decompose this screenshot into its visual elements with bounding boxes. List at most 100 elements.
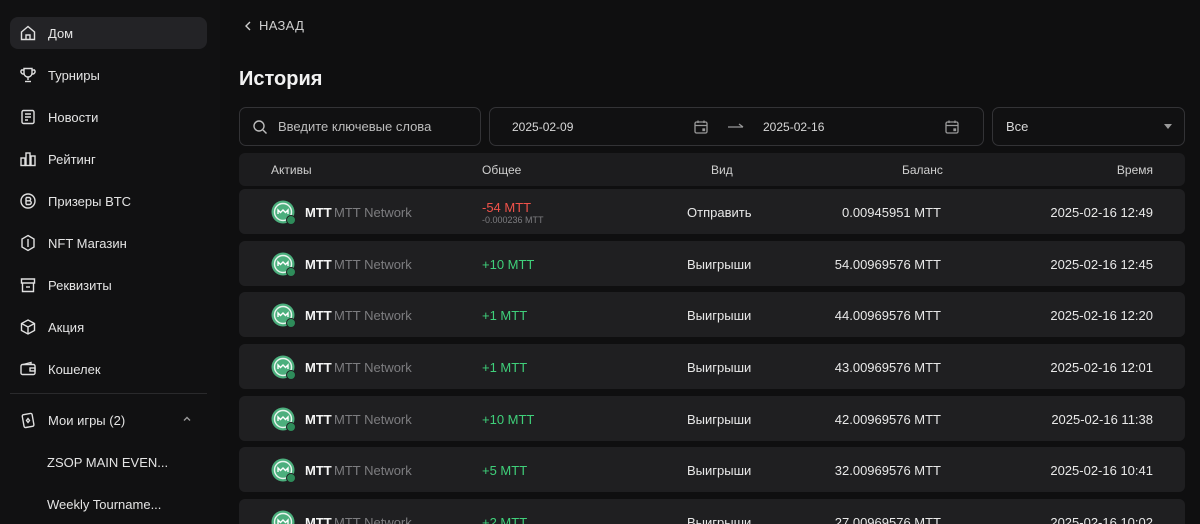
balance: 27.00969576 MTT — [834, 515, 941, 524]
sidebar-item-label: Реквизиты — [48, 277, 112, 293]
column-header-time: Время — [1116, 163, 1153, 177]
mtt-coin-icon — [271, 200, 296, 225]
mtt-coin-icon — [271, 407, 296, 432]
asset-name: MTT Network — [334, 205, 412, 220]
balance: 43.00969576 MTT — [834, 360, 941, 375]
sidebar-divider — [10, 393, 207, 394]
trophy-icon — [19, 66, 37, 84]
gift-box-icon — [19, 318, 37, 336]
wallet-icon — [19, 360, 37, 378]
balance: 44.00969576 MTT — [834, 308, 941, 323]
timestamp: 2025-02-16 11:38 — [1051, 412, 1153, 427]
my-games-item[interactable]: ZSOP MAIN EVEN... — [47, 455, 168, 470]
transaction-type: Выигрыши — [687, 515, 752, 524]
caret-down-icon — [1164, 124, 1172, 129]
balance: 54.00969576 MTT — [834, 257, 941, 272]
mtt-coin-icon — [271, 458, 296, 483]
asset-symbol: MTT — [305, 257, 332, 272]
chevron-left-icon — [245, 21, 251, 30]
sidebar-item-tournaments[interactable]: Турниры — [10, 59, 207, 91]
transaction-type: Выигрыши — [687, 308, 752, 323]
table-row: MTT MTT Network +10 MTT Выигрыши 42.0096… — [239, 396, 1185, 441]
my-games-item[interactable]: Weekly Tourname... — [47, 497, 161, 512]
home-icon — [19, 24, 37, 42]
sidebar: Дом Турниры Новости Рейтинг Призеры BTC … — [0, 0, 220, 524]
balance: 32.00969576 MTT — [834, 463, 941, 478]
sidebar-item-label: Новости — [48, 109, 99, 125]
amount-fee: -0.000236 MTT — [482, 215, 544, 225]
sidebar-item-label: Дом — [48, 25, 74, 41]
amount: +10 MTT — [482, 257, 535, 272]
sidebar-item-label: Кошелек — [48, 361, 101, 377]
back-button[interactable]: НАЗАД — [243, 18, 304, 33]
back-label: НАЗАД — [259, 18, 305, 33]
calendar-icon[interactable] — [693, 119, 709, 135]
asset-symbol: MTT — [305, 412, 332, 427]
bitcoin-icon — [19, 192, 37, 210]
calendar-icon[interactable] — [944, 119, 960, 135]
transaction-type: Выигрыши — [687, 463, 752, 478]
timestamp: 2025-02-16 12:49 — [1050, 205, 1153, 220]
date-from[interactable]: 2025-02-09 — [512, 120, 573, 134]
asset-symbol: MTT — [305, 360, 332, 375]
search-icon — [253, 119, 267, 134]
column-header-type: Вид — [711, 163, 733, 177]
asset-symbol: MTT — [305, 515, 332, 524]
asset-name: MTT Network — [334, 412, 412, 427]
sidebar-item-label: Рейтинг — [48, 151, 96, 167]
sidebar-item-label: Призеры BTC — [48, 193, 132, 209]
sidebar-item-wallet[interactable]: Кошелек — [10, 353, 207, 385]
transaction-type: Выигрыши — [687, 360, 752, 375]
mtt-coin-icon — [271, 355, 296, 380]
amount: +5 MTT — [482, 463, 528, 478]
column-header-assets: Активы — [271, 163, 312, 177]
timestamp: 2025-02-16 12:20 — [1050, 308, 1153, 323]
asset-symbol: MTT — [305, 205, 332, 220]
sidebar-item-label: NFT Магазин — [48, 235, 127, 251]
timestamp: 2025-02-16 10:02 — [1050, 515, 1153, 524]
date-range-picker[interactable]: 2025-02-09 2025-02-16 — [489, 107, 984, 146]
sidebar-item-ranking[interactable]: Рейтинг — [10, 143, 207, 175]
page-title: История — [239, 68, 323, 90]
sidebar-item-promo[interactable]: Акция — [10, 311, 207, 343]
search-box — [239, 107, 481, 146]
sidebar-group-my-games[interactable]: Мои игры (2) — [10, 404, 207, 436]
sidebar-item-home[interactable]: Дом — [10, 17, 207, 49]
type-select-value: Все — [1006, 119, 1029, 134]
mtt-coin-icon — [271, 510, 295, 524]
sidebar-item-requisites[interactable]: Реквизиты — [10, 269, 207, 301]
arrow-right-icon — [728, 123, 744, 128]
transaction-type: Выигрыши — [687, 257, 752, 272]
date-to[interactable]: 2025-02-16 — [763, 120, 824, 134]
amount: +10 MTT — [482, 412, 535, 427]
sidebar-item-nft-store[interactable]: NFT Магазин — [10, 227, 207, 259]
sidebar-item-label: Турниры — [48, 67, 100, 83]
sidebar-item-news[interactable]: Новости — [10, 101, 207, 133]
mtt-coin-icon — [271, 303, 296, 328]
amount: +2 MTT — [482, 515, 528, 524]
asset-name: MTT Network — [334, 308, 412, 323]
ranking-icon — [19, 150, 37, 168]
balance: 0.00945951 MTT — [841, 205, 941, 220]
mtt-coin-icon — [271, 252, 296, 277]
asset-name: MTT Network — [334, 257, 412, 272]
asset-symbol: MTT — [305, 463, 332, 478]
table-row: MTT MTT Network +1 MTT Выигрыши 43.00969… — [239, 344, 1185, 389]
sidebar-item-btc-winners[interactable]: Призеры BTC — [10, 185, 207, 217]
chevron-up-icon[interactable] — [181, 413, 193, 425]
asset-name: MTT Network — [334, 360, 412, 375]
sidebar-group-label: Мои игры (2) — [48, 412, 126, 428]
table-row: MTT MTT Network +1 MTT Выигрыши 44.00969… — [239, 292, 1185, 337]
timestamp: 2025-02-16 10:41 — [1050, 463, 1153, 478]
table-header: Активы Общее Вид Баланс Время — [239, 153, 1185, 186]
amount: +1 MTT — [482, 360, 528, 375]
store-icon — [19, 276, 37, 294]
asset-name: MTT Network — [334, 515, 412, 524]
news-icon — [19, 108, 37, 126]
type-select[interactable]: Все — [992, 107, 1185, 146]
amount: +1 MTT — [482, 308, 528, 323]
sidebar-item-label: Акция — [48, 319, 85, 335]
nft-icon — [19, 234, 37, 252]
search-input[interactable] — [278, 119, 468, 134]
column-header-total: Общее — [482, 163, 522, 177]
